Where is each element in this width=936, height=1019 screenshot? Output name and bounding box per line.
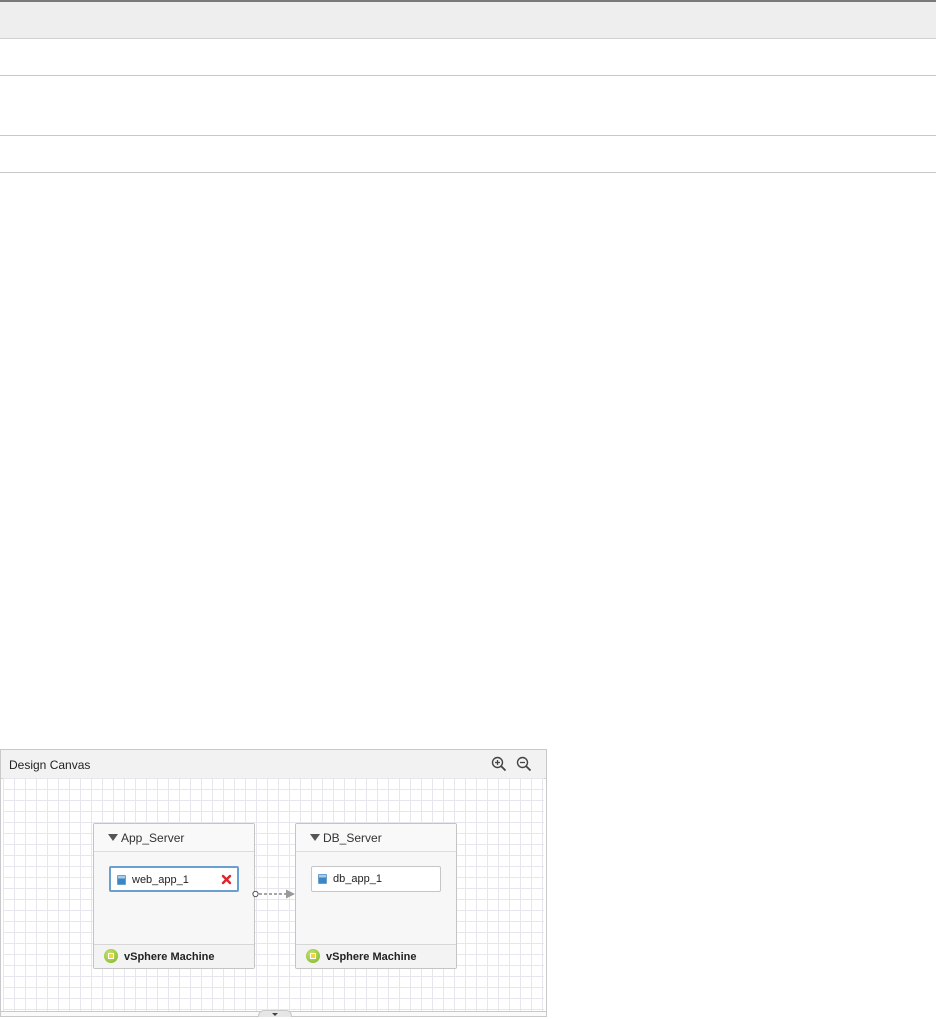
node-body: db_app_1 [296, 852, 456, 944]
node-body: web_app_1 [94, 852, 254, 944]
collapse-triangle-icon[interactable] [108, 834, 118, 841]
vsphere-machine-icon [306, 949, 320, 963]
canvas-header: Design Canvas [1, 750, 546, 779]
canvas-title: Design Canvas [9, 758, 91, 772]
table-header-row [0, 2, 936, 38]
node-title: App_Server [121, 831, 185, 845]
node-title: DB_Server [323, 831, 382, 845]
delete-icon[interactable] [221, 872, 232, 890]
vsphere-machine-icon [104, 949, 118, 963]
component-label: db_app_1 [333, 873, 382, 885]
table-row [0, 38, 936, 76]
zoom-out-icon[interactable] [516, 756, 532, 772]
node-footer: vSphere Machine [94, 944, 254, 968]
software-component-icon [117, 875, 126, 885]
zoom-in-icon[interactable] [491, 756, 507, 772]
component-label: web_app_1 [132, 874, 189, 886]
collapse-triangle-icon[interactable] [310, 834, 320, 841]
machine-type-label: vSphere Machine [326, 951, 417, 963]
machine-type-label: vSphere Machine [124, 951, 215, 963]
table-row [0, 136, 936, 173]
component-web-app-1[interactable]: web_app_1 [109, 866, 239, 892]
collapse-panel-toggle[interactable] [258, 1010, 292, 1017]
table-row [0, 76, 936, 136]
empty-table [0, 0, 936, 173]
canvas-bottom-bar [1, 1010, 546, 1017]
node-footer: vSphere Machine [296, 944, 456, 968]
machine-node-db-server[interactable]: DB_Server db_app_1 vSphere Machine [295, 823, 457, 969]
dependency-arrow[interactable] [252, 886, 298, 902]
design-canvas: Design Canvas App_Server web_app_1 vSphe… [0, 749, 547, 1017]
node-header[interactable]: App_Server [94, 824, 254, 852]
machine-node-app-server[interactable]: App_Server web_app_1 vSphere Machine [93, 823, 255, 969]
node-header[interactable]: DB_Server [296, 824, 456, 852]
software-component-icon [318, 874, 327, 884]
component-db-app-1[interactable]: db_app_1 [311, 866, 441, 892]
